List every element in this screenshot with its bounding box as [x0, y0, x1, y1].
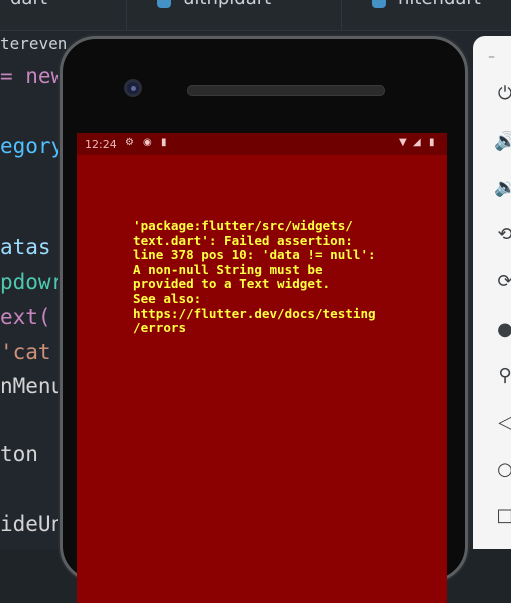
volume-up-icon[interactable]: 🔊 [494, 131, 511, 153]
overview-icon[interactable]: □ [494, 505, 511, 527]
device-screen[interactable]: 12:24 ⚙ ◉ ▮ ▼ ◢ ▮ 'package:flutter/src/w… [77, 133, 447, 603]
location-icon: ◉ [143, 137, 152, 148]
home-icon[interactable]: ○ [494, 459, 511, 481]
status-bar: 12:24 ⚙ ◉ ▮ ▼ ◢ ▮ [77, 133, 447, 155]
code-line: nMenu [0, 374, 64, 398]
editor-tab[interactable]: hitendart [342, 0, 511, 30]
volume-down-icon[interactable]: 🔉 [494, 177, 511, 199]
settings-icon: ⚙ [125, 137, 134, 148]
code-line: ideUn [0, 512, 64, 536]
rotate-left-icon[interactable]: ⟲ [494, 224, 511, 246]
emulator-controls-panel: – ⏻ 🔊 🔉 ⟲ ⟳ ● ⚲ ◁ ○ □ [473, 36, 511, 549]
zoom-icon[interactable]: ⚲ [494, 365, 511, 387]
signal-icon: ◢ [413, 137, 421, 148]
wifi-icon: ▼ [399, 137, 407, 148]
power-icon[interactable]: ⏻ [494, 83, 511, 105]
error-message: 'package:flutter/src/widgets/ text.dart'… [133, 218, 376, 336]
camera-icon[interactable]: ● [494, 319, 511, 341]
editor-tab[interactable]: ulthpidart [127, 0, 342, 30]
back-icon[interactable]: ◁ [494, 412, 511, 434]
battery-icon: ▮ [429, 137, 435, 148]
sim-card-icon: ▮ [161, 137, 167, 148]
code-line: = new [0, 64, 64, 88]
android-emulator-device: 12:24 ⚙ ◉ ▮ ▼ ◢ ▮ 'package:flutter/src/w… [60, 36, 468, 603]
code-line: ext( [0, 305, 51, 329]
editor-tab-label: ulthpidart [183, 0, 271, 8]
rotate-right-icon[interactable]: ⟳ [494, 271, 511, 293]
code-line: tereven [0, 34, 68, 53]
editor-tab-label: hitendart [398, 0, 481, 8]
earpiece-speaker [187, 85, 385, 96]
editor-tab-bar: dart ulthpidart hitendart [0, 0, 511, 31]
status-time: 12:24 [85, 138, 117, 151]
code-line: egory [0, 134, 64, 158]
minimize-button[interactable]: – [488, 49, 495, 65]
dart-file-icon [372, 0, 386, 8]
dart-file-icon [157, 0, 171, 8]
editor-tab[interactable]: dart [0, 0, 127, 30]
front-camera-icon [124, 79, 142, 97]
code-line: pdowr [0, 270, 64, 294]
editor-tab-label: dart [10, 0, 47, 8]
code-line: 'cat [0, 340, 51, 364]
code-line: atas [0, 235, 51, 259]
code-line: ton [0, 442, 38, 466]
